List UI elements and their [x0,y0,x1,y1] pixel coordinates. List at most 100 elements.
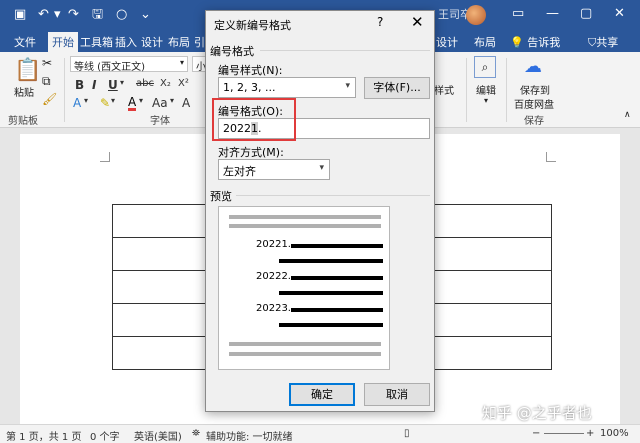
subscript-button[interactable]: X₂ [160,78,171,89]
close-icon[interactable]: ✕ [411,13,424,31]
accessibility-icon[interactable]: ⛯ [192,428,200,439]
tab-file[interactable]: 文件 [14,34,36,50]
paste-button[interactable]: 粘贴 [14,84,34,99]
word-count[interactable]: 0 个字 [90,428,120,443]
page-count[interactable]: 第 1 页，共 1 页 [6,428,81,443]
font-button[interactable]: 字体(F)... [364,77,430,99]
preview-number-3: 20223. [256,303,291,314]
accessibility-status[interactable]: 辅助功能: 一切就绪 [206,428,293,443]
bold-button[interactable]: B [75,78,84,92]
chevron-down-icon[interactable]: ▾ [345,81,350,91]
divider [236,195,430,196]
font-color-dropdown-icon[interactable]: ▾ [139,96,143,105]
status-bar: 第 1 页，共 1 页 0 个字 英语(美国) ⛯ 辅助功能: 一切就绪 ▯ −… [0,424,640,443]
italic-button[interactable]: I [92,78,96,92]
change-case-dropdown-icon[interactable]: ▾ [170,96,174,105]
preview-number-1: 20221. [256,239,291,250]
font-name-combo[interactable]: 等线 (西文正文) ▾ [70,56,188,73]
crop-mark [100,152,110,162]
tab-references[interactable]: 引 [194,34,205,50]
avatar[interactable] [466,5,486,25]
alignment-select[interactable]: 左对齐 ▾ [218,159,330,180]
collapse-ribbon-icon[interactable]: ∧ [624,110,631,120]
cancel-button[interactable]: 取消 [364,383,430,406]
search-icon[interactable]: ⌕ [474,56,496,78]
tell-me-search[interactable]: 💡 告诉我 [510,34,560,50]
crop-mark [546,152,556,162]
tab-table-design[interactable]: 设计 [436,34,458,50]
underline-button[interactable]: U [108,78,118,92]
font-size-combo[interactable]: 小 [192,56,206,73]
baidu-disk-label[interactable]: 百度网盘 [514,96,554,111]
dialog-title: 定义新编号格式 [214,19,291,32]
zoom-slider[interactable] [544,433,584,434]
chevron-down-icon[interactable]: ▾ [180,58,184,67]
preview-line [291,244,383,248]
clipboard-group-label: 剪贴板 [8,116,38,127]
number-style-select[interactable]: 1, 2, 3, ... ▾ [218,77,356,98]
preview-line [291,276,383,280]
ribbon-display-icon[interactable]: ▭ [512,6,524,21]
preview-line [279,291,383,295]
save-icon[interactable]: 🖫 [92,7,103,23]
text-effects-icon[interactable]: A [73,96,81,110]
preview-box: 20221. 20222. 20223. [218,206,390,370]
help-button[interactable]: ? [377,15,383,29]
redo-icon[interactable]: ↷ [68,7,79,23]
edit-button[interactable]: 编辑 [476,82,496,97]
tab-insert[interactable]: 插入 [115,34,137,50]
highlight-dropdown-icon[interactable]: ▾ [111,96,115,105]
section-number-format: 编号格式 [210,45,254,58]
superscript-button[interactable]: X² [178,78,189,89]
text-effects-dropdown-icon[interactable]: ▾ [84,96,88,105]
preview-line [291,308,383,312]
copy-icon[interactable]: ⧉ [42,74,51,89]
font-color-icon[interactable]: A [128,96,137,111]
edit-dropdown-icon[interactable]: ▾ [484,96,488,105]
cut-icon[interactable]: ✂ [42,56,52,70]
tab-layout[interactable]: 布局 [168,34,190,50]
undo-dropdown-icon[interactable]: ▾ [54,7,61,23]
undo-icon[interactable]: ↶ [38,7,49,23]
paste-icon[interactable]: 📋 [14,58,41,83]
zoom-in-icon[interactable]: + [586,428,594,439]
minimize-icon[interactable]: — [546,6,559,21]
circle-icon[interactable]: ○ [116,7,127,23]
highlight-icon[interactable]: ✎ [100,96,110,110]
section-preview: 预览 [210,190,232,203]
alignment-value: 左对齐 [223,165,256,178]
share-button[interactable]: ⛉共享 [588,34,618,50]
tab-table-layout[interactable]: 布局 [474,34,496,50]
styles-button[interactable]: 样式 [434,82,454,97]
maximize-icon[interactable]: ▢ [580,6,592,21]
tab-home[interactable]: 开始 [48,32,78,52]
read-mode-icon[interactable]: ▯ [404,428,410,439]
zoom-level[interactable]: 100% [600,428,629,439]
autosave-icon[interactable]: ▣ [14,7,26,23]
chevron-down-icon[interactable]: ▾ [319,163,324,173]
strikethrough-button[interactable]: abc [136,78,154,89]
preview-line [229,224,381,228]
close-window-icon[interactable]: ✕ [614,6,625,21]
alignment-label: 对齐方式(M): [218,146,284,159]
tab-design[interactable]: 设计 [141,34,163,50]
lightbulb-icon: 💡 [510,36,524,49]
format-painter-icon[interactable]: 🖌 [42,92,57,106]
save-to-label[interactable]: 保存到 [520,82,550,97]
grow-font-icon[interactable]: A [182,96,190,110]
zoom-out-icon[interactable]: − [532,428,540,439]
ok-button[interactable]: 确定 [289,383,355,406]
tab-toolbox[interactable]: 工具箱 [80,34,113,50]
group-divider [64,58,65,122]
baidu-cloud-icon[interactable]: ☁ [524,56,542,77]
preview-line [279,259,383,263]
language[interactable]: 英语(美国) [134,428,182,443]
share-icon: ⛉ [588,36,597,49]
share-label: 共享 [596,36,619,49]
preview-number-2: 20222. [256,271,291,282]
group-divider [466,58,467,122]
customize-qa-icon[interactable]: ⌄ [140,7,151,23]
highlight-annotation [212,98,296,141]
underline-dropdown-icon[interactable]: ▾ [120,78,124,87]
change-case-icon[interactable]: Aa [152,96,168,110]
